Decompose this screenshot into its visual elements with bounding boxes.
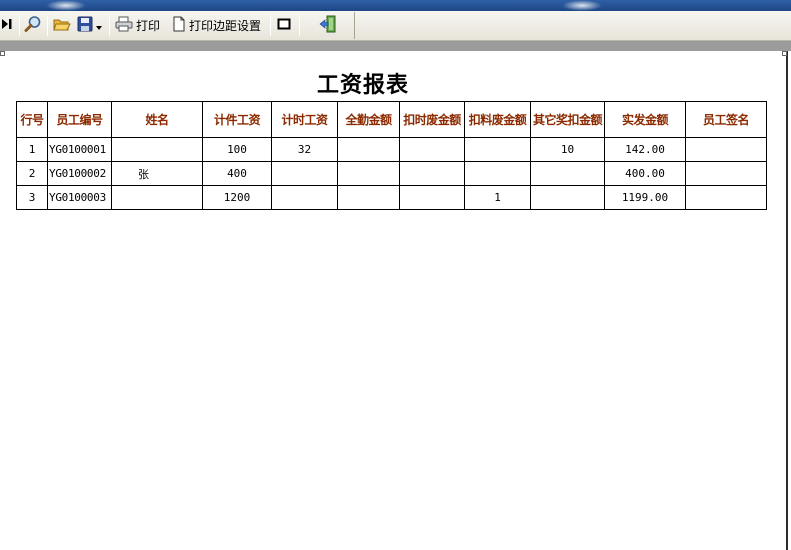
cell-piece-wage: 100 <box>202 137 272 162</box>
cell-name <box>111 137 203 162</box>
cell-name: 张 <box>111 161 203 186</box>
zoom-icon <box>24 15 42 36</box>
open-folder-icon <box>53 16 71 35</box>
page-setup-icon <box>172 16 186 35</box>
last-page-icon <box>1 17 13 34</box>
dropdown-arrow-icon[interactable] <box>96 19 102 33</box>
column-header-net-pay: 实发金额 <box>604 101 686 138</box>
column-header-attendance-bonus: 全勤金额 <box>337 101 400 138</box>
toolbar-separator <box>47 15 48 36</box>
last-page-button[interactable] <box>1 15 13 36</box>
cell-piece-wage: 400 <box>202 161 272 186</box>
cell-time-scrap-deduction <box>399 185 465 210</box>
column-header-row-number: 行号 <box>16 101 48 138</box>
cell-attendance-bonus <box>337 137 400 162</box>
print-label: 打印 <box>136 19 161 33</box>
cell-material-scrap-deduction: 1 <box>464 185 531 210</box>
report-title: 工资报表 <box>316 72 409 98</box>
cell-material-scrap-deduction <box>464 137 531 162</box>
page-right-edge <box>786 51 788 550</box>
cell-row-number: 2 <box>16 161 48 186</box>
cell-employee-id: YG0100002 <box>47 161 112 186</box>
cell-hourly-wage <box>271 161 338 186</box>
page-corner-marker <box>0 51 5 56</box>
window-title-bar <box>0 0 791 11</box>
column-header-employee-id: 员工编号 <box>47 101 112 138</box>
column-header-time-scrap-deduction: 扣时废金额 <box>399 101 465 138</box>
page-corner-marker <box>782 51 787 56</box>
cell-other-bonus-deduction: 10 <box>530 137 605 162</box>
toolbar-separator <box>109 15 110 36</box>
cell-time-scrap-deduction <box>399 137 465 162</box>
print-margin-setup-button[interactable]: 打印边距设置 <box>172 15 261 36</box>
column-header-material-scrap-deduction: 扣料废金额 <box>464 101 531 138</box>
print-margin-setup-label: 打印边距设置 <box>189 19 262 33</box>
column-header-name: 姓名 <box>111 101 203 138</box>
cell-piece-wage: 1200 <box>202 185 272 210</box>
cell-net-pay: 400.00 <box>604 161 686 186</box>
column-header-hourly-wage: 计时工资 <box>271 101 338 138</box>
cell-employee-signature <box>685 161 767 186</box>
column-header-other-bonus-deduction: 其它奖扣金额 <box>530 101 605 138</box>
save-button[interactable] <box>77 15 102 36</box>
preview-background-strip <box>0 41 791 51</box>
cell-net-pay: 1199.00 <box>604 185 686 210</box>
column-header-employee-signature: 员工签名 <box>685 101 767 138</box>
cell-employee-id: YG0100001 <box>47 137 112 162</box>
open-button[interactable] <box>53 15 71 36</box>
toolbar-group: 打印 打印边距设置 <box>0 12 355 39</box>
exit-icon <box>319 15 337 36</box>
zoom-button[interactable] <box>24 15 42 36</box>
table-row: 3 YG0100003 1200 1 1199.00 <box>16 185 767 210</box>
print-button[interactable]: 打印 <box>115 15 160 36</box>
cell-employee-id: YG0100003 <box>47 185 112 210</box>
cell-net-pay: 142.00 <box>604 137 686 162</box>
toolbar-separator <box>270 15 271 36</box>
printer-icon <box>115 16 133 35</box>
title-bar-highlight <box>562 0 602 11</box>
cell-row-number: 1 <box>16 137 48 162</box>
cell-attendance-bonus <box>337 185 400 210</box>
table-row: 1 YG0100001 100 32 10 142.00 <box>16 137 767 162</box>
table-row: 2 YG0100002 张 400 400.00 <box>16 161 767 186</box>
toolbar-separator <box>19 15 20 36</box>
preview-toolbar: 打印 打印边距设置 <box>0 11 791 41</box>
toolbar-separator <box>299 15 300 36</box>
cell-employee-signature <box>685 137 767 162</box>
cell-hourly-wage: 32 <box>271 137 338 162</box>
single-page-icon <box>277 18 291 33</box>
save-icon <box>77 16 93 35</box>
column-header-piece-wage: 计件工资 <box>202 101 272 138</box>
single-page-view-button[interactable] <box>277 15 291 36</box>
exit-button[interactable] <box>319 15 337 36</box>
cell-row-number: 3 <box>16 185 48 210</box>
cell-attendance-bonus <box>337 161 400 186</box>
cell-time-scrap-deduction <box>399 161 465 186</box>
cell-other-bonus-deduction <box>530 185 605 210</box>
cell-hourly-wage <box>271 185 338 210</box>
cell-material-scrap-deduction <box>464 161 531 186</box>
table-header-row: 行号 员工编号 姓名 计件工资 计时工资 全勤金额 扣时废金额 扣料废金额 其它… <box>16 101 767 138</box>
salary-report-table: 行号 员工编号 姓名 计件工资 计时工资 全勤金额 扣时废金额 扣料废金额 其它… <box>16 101 767 210</box>
cell-other-bonus-deduction <box>530 161 605 186</box>
cell-employee-signature <box>685 185 767 210</box>
cell-name <box>111 185 203 210</box>
title-bar-highlight <box>46 0 86 11</box>
